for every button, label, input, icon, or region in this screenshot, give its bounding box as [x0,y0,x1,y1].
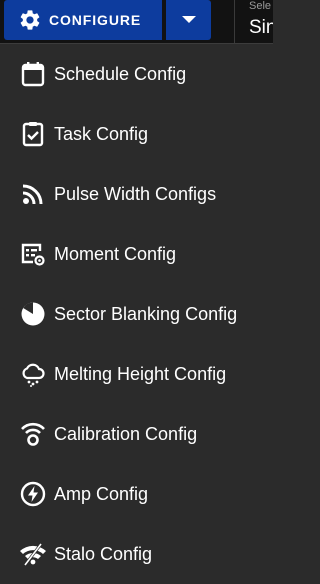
configure-label: CONFIGURE [49,12,142,28]
menu-item-pulse-width-configs[interactable]: Pulse Width Configs [0,164,273,224]
menu-item-moment-config[interactable]: Moment Config [0,224,273,284]
menu-item-label: Calibration Config [54,423,198,444]
top-toolbar: CONFIGURE Sele Sin [0,0,273,43]
calendar-icon [19,60,47,88]
configure-button[interactable]: CONFIGURE [4,0,162,40]
menu-item-label: Melting Height Config [54,363,227,384]
task-checklist-icon [19,120,47,148]
menu-item-label: Amp Config [54,483,149,504]
menu-item-task-config[interactable]: Task Config [0,104,273,164]
wifi-off-icon [19,540,47,568]
pie-sector-icon [19,300,47,328]
moment-settings-icon [19,240,47,268]
configure-dropdown-button[interactable] [166,0,211,40]
select-field[interactable]: Sele Sin [235,0,273,43]
lightning-circle-icon [19,480,47,508]
menu-item-label: Moment Config [54,243,177,264]
menu-item-schedule-config[interactable]: Schedule Config [0,44,273,104]
caret-down-icon [181,16,196,24]
select-field-label: Sele [249,0,272,12]
menu-item-sector-blanking-config[interactable]: Sector Blanking Config [0,284,273,344]
cloud-snow-icon [19,360,47,388]
wifi-tower-icon [19,420,47,448]
menu-item-label: Stalo Config [54,543,153,564]
menu-item-label: Task Config [54,123,149,144]
menu-item-melting-height-config[interactable]: Melting Height Config [0,344,273,404]
configure-menu: Schedule Config Task Config Pulse Width … [0,43,273,581]
menu-item-label: Pulse Width Configs [54,183,217,204]
rss-feed-icon [19,180,47,208]
menu-item-amp-config[interactable]: Amp Config [0,464,273,524]
menu-item-stalo-config[interactable]: Stalo Config [0,524,273,584]
select-field-value: Sin [249,17,273,38]
menu-item-label: Schedule Config [54,63,187,84]
gear-icon [17,7,43,33]
menu-item-label: Sector Blanking Config [54,303,238,324]
menu-item-calibration-config[interactable]: Calibration Config [0,404,273,464]
